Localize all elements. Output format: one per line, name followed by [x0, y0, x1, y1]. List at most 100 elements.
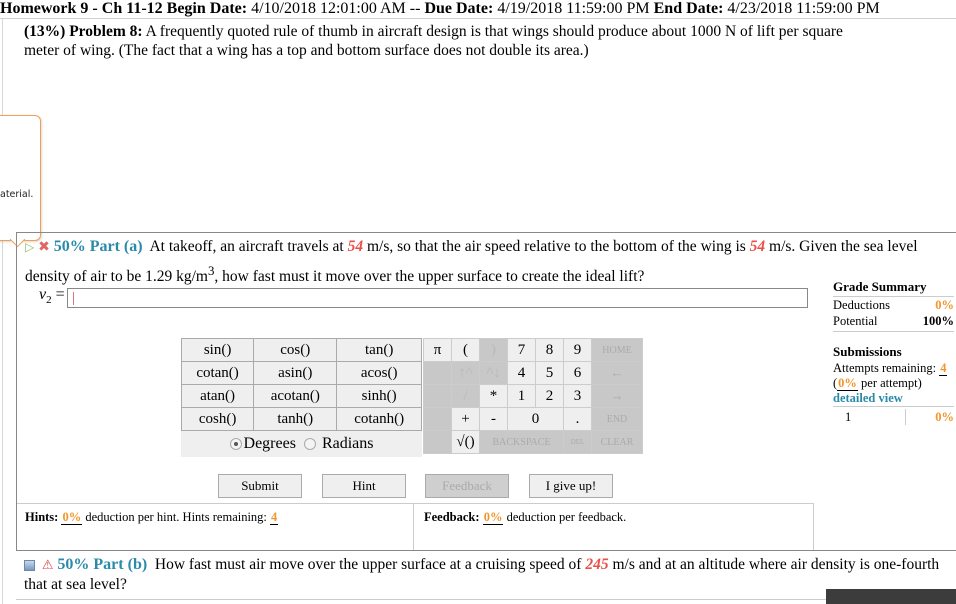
- potential-value: 100%: [922, 314, 954, 328]
- feedback-button[interactable]: Feedback: [425, 474, 509, 498]
- key-pi[interactable]: π: [423, 338, 452, 362]
- part-a-text-4: , how fast must it move over the upper s…: [214, 268, 645, 286]
- deductions-label: Deductions: [833, 298, 890, 312]
- tooltip-text: aterial.: [0, 189, 34, 200]
- key-clear[interactable]: CLEAR: [591, 430, 643, 454]
- play-icon[interactable]: ▷: [25, 240, 34, 254]
- answer-input[interactable]: [67, 288, 808, 308]
- submission-score: 0%: [935, 410, 954, 424]
- key-acotan[interactable]: acotan(): [253, 384, 338, 408]
- part-a-speed-1: 54: [347, 238, 364, 255]
- key-2[interactable]: 2: [535, 384, 564, 408]
- key-del[interactable]: DEL: [563, 430, 592, 454]
- part-a-question: ▷ ✖ 50% Part (a) At takeoff, an aircraft…: [25, 235, 955, 288]
- text-caret: [73, 292, 74, 305]
- attempts-label: Attempts remaining:: [833, 361, 937, 375]
- hints-label: Hints:: [25, 510, 59, 524]
- feedback-label: Feedback:: [424, 510, 480, 524]
- per-attempt-value: 0%: [837, 376, 858, 391]
- detailed-view-link[interactable]: detailed view: [833, 391, 954, 407]
- key-0[interactable]: 0: [507, 407, 564, 431]
- key-3[interactable]: 3: [563, 384, 592, 408]
- problem-text: A frequently quoted rule of thumb in air…: [24, 23, 843, 59]
- date-separator: --: [409, 0, 421, 17]
- number-keypad: π ( ) 7 8 9 HOME ↑^ ^↓ 4 5 6 ← / * 1 2 3…: [423, 338, 643, 454]
- end-date-value: 4/23/2018 11:59:00 PM: [727, 0, 880, 17]
- attempts-remaining: Attempts remaining: 4: [833, 361, 954, 376]
- radians-label[interactable]: Radians: [322, 435, 374, 452]
- hint-button[interactable]: Hint: [322, 474, 406, 498]
- hints-remaining: 4: [270, 510, 279, 525]
- key-left-arrow[interactable]: ←: [591, 361, 643, 385]
- part-a-speed-2: 54: [749, 238, 766, 255]
- key-blank-2: [423, 384, 452, 408]
- key-backspace[interactable]: BACKSPACE: [479, 430, 564, 454]
- key-cotan[interactable]: cotan(): [180, 361, 255, 385]
- give-up-button[interactable]: I give up!: [529, 474, 613, 498]
- hints-text: deduction per hint. Hints remaining:: [85, 510, 267, 524]
- key-divide[interactable]: /: [451, 384, 480, 408]
- key-lparen[interactable]: (: [451, 338, 480, 362]
- degrees-radio[interactable]: [229, 438, 242, 451]
- key-right-arrow[interactable]: →: [591, 384, 643, 408]
- key-7[interactable]: 7: [507, 338, 536, 362]
- key-5[interactable]: 5: [535, 361, 564, 385]
- problem-statement: (13%) Problem 8: A frequently quoted rul…: [24, 22, 844, 60]
- key-cotanh[interactable]: cotanh(): [336, 407, 422, 431]
- key-atan[interactable]: atan(): [180, 384, 255, 408]
- key-tan[interactable]: tan(): [336, 338, 422, 362]
- part-b-label[interactable]: 50% Part (b): [57, 556, 147, 573]
- key-plus[interactable]: +: [451, 407, 480, 431]
- key-tanh[interactable]: tanh(): [253, 407, 338, 431]
- expand-icon[interactable]: [24, 559, 35, 571]
- angle-mode-row: Degrees Radians: [181, 430, 422, 457]
- dark-overlay-bar: [826, 589, 956, 604]
- key-4[interactable]: 4: [507, 361, 536, 385]
- key-down[interactable]: ^↓: [479, 361, 508, 385]
- grade-summary-title: Grade Summary: [833, 279, 954, 297]
- assignment-header: Homework 9 - Ch 11-12 Begin Date: 4/10/2…: [0, 0, 956, 19]
- attempts-value: 4: [939, 361, 948, 376]
- key-multiply[interactable]: *: [479, 384, 508, 408]
- key-minus[interactable]: -: [479, 407, 508, 431]
- key-rparen[interactable]: ): [479, 338, 508, 362]
- key-cos[interactable]: cos(): [253, 338, 338, 362]
- feedback-text: deduction per feedback.: [506, 510, 627, 524]
- key-asin[interactable]: asin(): [253, 361, 338, 385]
- end-date-label: End Date:: [653, 0, 724, 17]
- key-up[interactable]: ↑^: [451, 361, 480, 385]
- key-blank-3: [423, 407, 452, 431]
- begin-date-label: Begin Date:: [166, 0, 248, 17]
- part-a-label: 50% Part (a): [53, 238, 143, 255]
- degrees-label[interactable]: Degrees: [244, 435, 296, 452]
- incorrect-x-icon: ✖: [38, 239, 50, 255]
- key-8[interactable]: 8: [535, 338, 564, 362]
- feedback-deduction: 0%: [482, 510, 504, 525]
- key-6[interactable]: 6: [563, 361, 592, 385]
- part-b-text-1: How fast must air move over the upper su…: [154, 556, 582, 573]
- key-end[interactable]: END: [591, 407, 643, 431]
- begin-date-value: 4/10/2018 12:01:00 AM: [251, 0, 406, 17]
- part-b-speed: 245: [585, 556, 609, 573]
- key-1[interactable]: 1: [507, 384, 536, 408]
- key-blank-1: [423, 361, 452, 385]
- answer-equals: =: [55, 286, 65, 303]
- tooltip-popup: aterial.: [0, 115, 41, 248]
- part-a-text-2: m/s, so that the air speed relative to t…: [366, 238, 746, 255]
- radians-radio[interactable]: [303, 438, 316, 451]
- submission-number: 1: [833, 409, 906, 425]
- key-sqrt[interactable]: √(): [451, 430, 480, 454]
- key-acos[interactable]: acos(): [336, 361, 422, 385]
- key-home[interactable]: HOME: [591, 338, 643, 362]
- key-9[interactable]: 9: [563, 338, 592, 362]
- assignment-title: Homework 9 - Ch 11-12: [0, 0, 163, 17]
- key-cosh[interactable]: cosh(): [180, 407, 255, 431]
- submit-button[interactable]: Submit: [218, 474, 302, 498]
- key-sin[interactable]: sin(): [180, 338, 255, 362]
- due-date-label: Due Date:: [424, 0, 494, 17]
- submission-row: 1 0%: [833, 409, 954, 425]
- key-decimal[interactable]: .: [563, 407, 592, 431]
- potential-row: Potential 100%: [833, 313, 954, 329]
- key-sinh[interactable]: sinh(): [336, 384, 422, 408]
- feedback-info: Feedback: 0% deduction per feedback.: [414, 503, 814, 550]
